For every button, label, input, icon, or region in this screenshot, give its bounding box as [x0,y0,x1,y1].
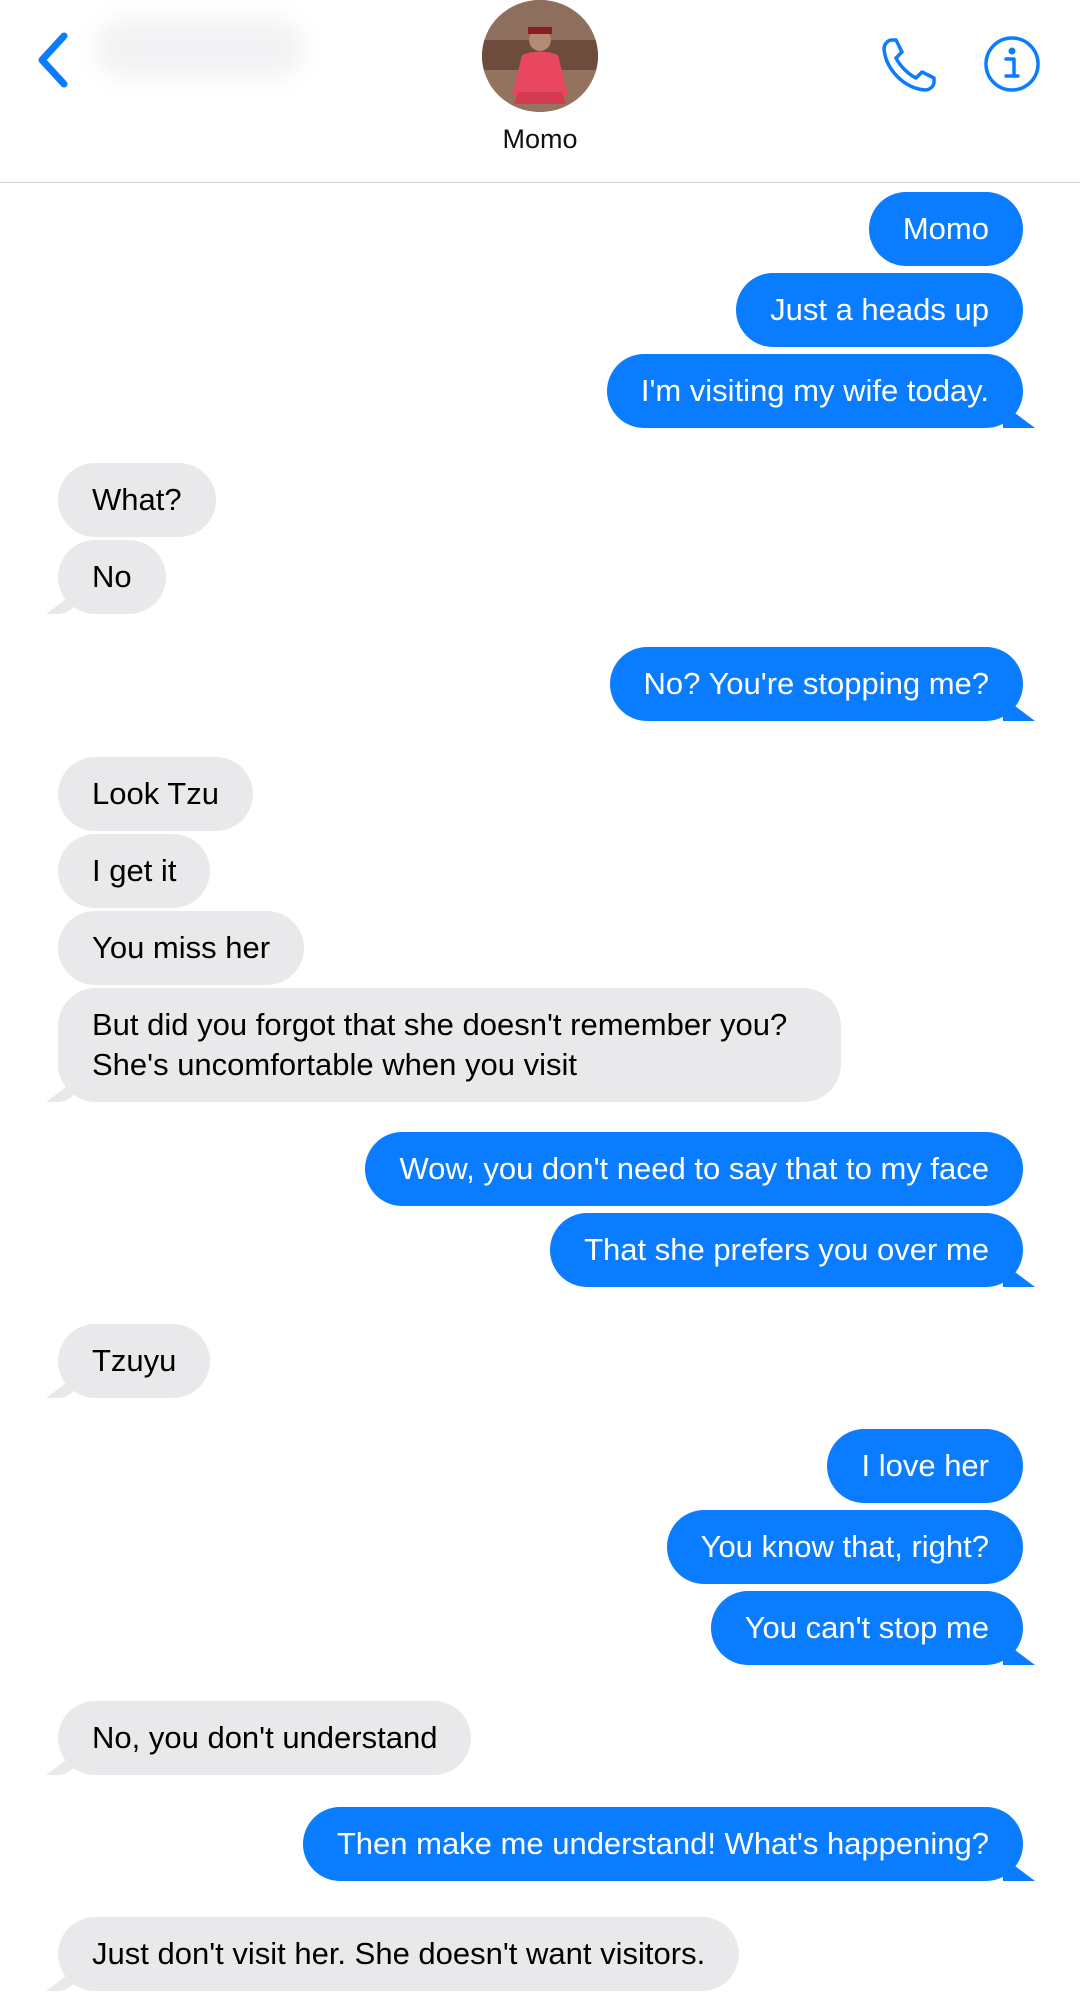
received-message[interactable]: I get it [58,834,211,908]
chevron-left-icon [38,32,68,88]
conversation-header: Momo [0,0,1080,183]
sent-message[interactable]: No? You're stopping me? [609,647,1023,721]
blurred-region [95,18,305,78]
received-message[interactable]: What? [58,463,216,537]
phone-icon [882,38,936,92]
received-message[interactable]: Just don't visit her. She doesn't want v… [58,1917,740,1991]
sent-message[interactable]: Wow, you don't need to say that to my fa… [365,1132,1023,1206]
sent-message[interactable]: That she prefers you over me [550,1213,1023,1287]
sent-message[interactable]: I'm visiting my wife today. [606,354,1023,428]
sent-message[interactable]: Momo [868,192,1023,266]
sent-message[interactable]: You can't stop me [710,1591,1023,1665]
received-message[interactable]: But did you forgot that she doesn't reme… [58,988,841,1102]
received-message[interactable]: No [58,540,166,614]
received-message[interactable]: Look Tzu [58,757,253,831]
back-button[interactable] [30,28,80,92]
sent-message[interactable]: I love her [827,1429,1023,1503]
received-message[interactable]: You miss her [58,911,305,985]
info-icon [984,36,1040,92]
received-message[interactable]: Tzuyu [58,1324,211,1398]
sent-message[interactable]: Just a heads up [736,273,1023,347]
received-message[interactable]: No, you don't understand [58,1701,472,1775]
call-button[interactable] [878,34,940,96]
info-button[interactable] [982,34,1042,94]
sent-message[interactable]: Then make me understand! What's happenin… [302,1807,1023,1881]
contact-name: Momo [502,124,578,154]
sent-message[interactable]: You know that, right? [666,1510,1023,1584]
avatar[interactable] [482,0,598,112]
